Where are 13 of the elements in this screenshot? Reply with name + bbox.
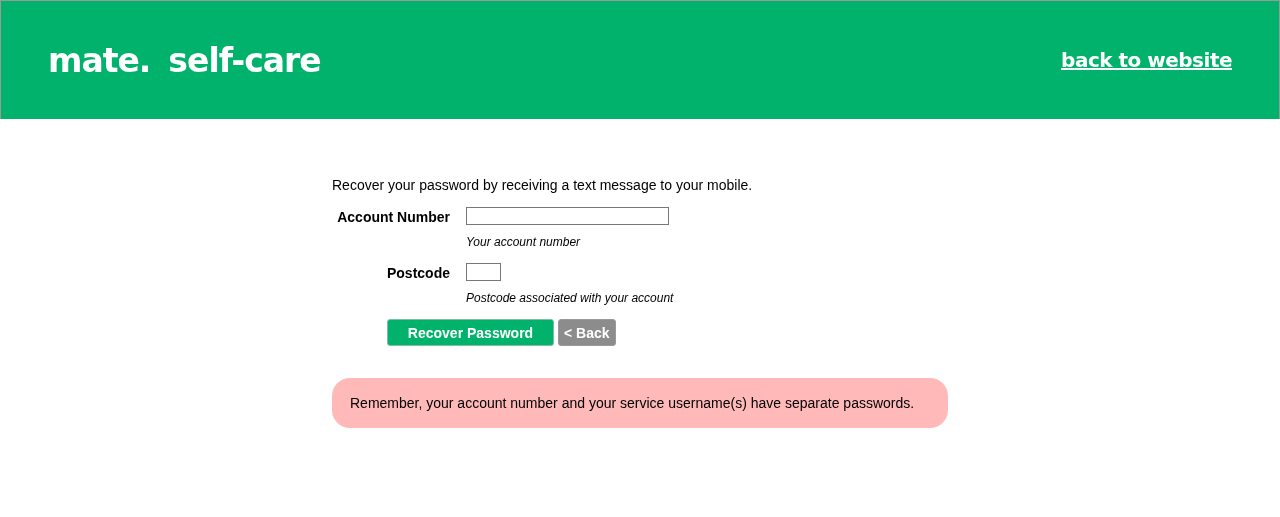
- field-label: Postcode: [386, 264, 450, 283]
- back-button[interactable]: < Back: [558, 319, 616, 346]
- notice-message: Remember, your account number and your service username(s) have separate passwords.: [332, 378, 948, 428]
- recover-password-button[interactable]: Recover Password: [387, 319, 554, 346]
- field-hint: Your account number: [466, 235, 582, 249]
- back-to-website-link[interactable]: back to website: [1061, 48, 1232, 72]
- field-hint: Postcode associated with your account: [466, 291, 675, 305]
- field-label: Account Number: [336, 208, 450, 227]
- input-field[interactable]: [466, 207, 669, 225]
- input-field[interactable]: [466, 263, 501, 281]
- logo: mate.: [48, 40, 151, 80]
- instruction-text: Recover your password by receiving a text message to your mobile.: [332, 177, 754, 193]
- site-title: self-care: [168, 40, 321, 80]
